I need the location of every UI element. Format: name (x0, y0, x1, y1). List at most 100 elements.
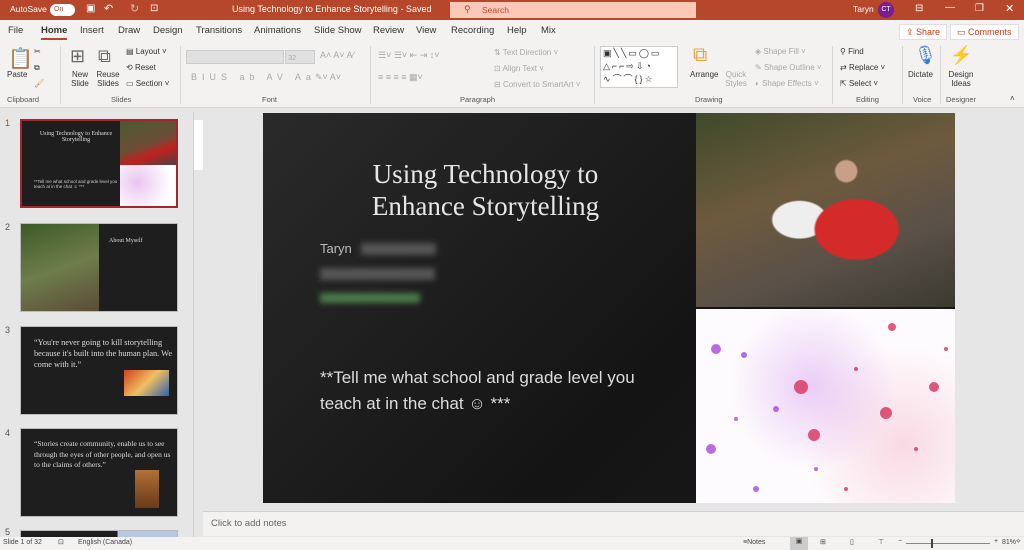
present-icon[interactable]: ⊡ (150, 3, 158, 14)
share-button[interactable]: ⇪ Share (899, 24, 948, 40)
reset-button[interactable]: ⟲ Reset (126, 63, 156, 72)
bullets-icon[interactable]: ☰˅ ☰˅ ⇤ ⇥ ↕˅ (378, 50, 440, 61)
shapes-gallery[interactable]: ▣╲╲▭◯▭ △⌐⌐⇨⇩◔ ∿⌒⌒{}☆ (600, 46, 678, 88)
paste-icon[interactable]: 📋 (8, 46, 33, 71)
thumb-number: 3 (5, 325, 11, 335)
search-input[interactable]: Search (482, 5, 509, 15)
restore-icon[interactable]: ❐ (975, 3, 984, 14)
document-title[interactable]: Using Technology to Enhance Storytelling… (232, 4, 431, 14)
accessibility-icon[interactable]: ⊡ (58, 538, 64, 546)
search-box[interactable]: ⚲ Search (450, 2, 696, 18)
undo-icon[interactable]: ↶ (104, 2, 113, 15)
tab-help[interactable]: Help (507, 25, 527, 36)
tab-animations[interactable]: Animations (254, 25, 301, 36)
title-bar: AutoSave On ▣ ↶ ↻ ⊡ Using Technology to … (0, 0, 1024, 20)
slide-thumbnail-3[interactable]: “You're never going to kill storytelling… (20, 326, 178, 415)
notes-pane[interactable]: Click to add notes (203, 511, 1024, 536)
tab-slide-show[interactable]: Slide Show (314, 25, 362, 36)
redacted-email (320, 293, 420, 303)
ribbon-display-icon[interactable]: ⊟ (915, 3, 923, 14)
font-size-box[interactable]: 32 (285, 50, 315, 64)
convert-smartart-button[interactable]: ⊟ Convert to SmartArt ˅ (494, 80, 581, 89)
zoom-slider-thumb[interactable] (931, 539, 933, 548)
tab-transitions[interactable]: Transitions (196, 25, 242, 36)
font-format-icons[interactable]: BIUS ab AV Aa (191, 72, 316, 82)
collapse-ribbon-icon[interactable]: ˄ (1010, 94, 1015, 103)
highlight-color-icon[interactable]: ✎˅ A˅ (315, 72, 341, 83)
shape-outline-button[interactable]: ✎ Shape Outline ˅ (755, 63, 822, 72)
thumbnail-scrollbar[interactable] (193, 112, 203, 537)
reuse-slides-button[interactable]: Reuse Slides (96, 70, 120, 88)
thumb-number: 1 (5, 118, 11, 128)
slide-photo[interactable] (696, 113, 955, 307)
replace-button[interactable]: ⇄ Replace ˅ (840, 63, 885, 72)
thumb-photo (120, 121, 176, 165)
tab-home[interactable]: Home (41, 25, 68, 40)
slide-canvas[interactable]: Using Technology to Enhance Storytelling… (263, 113, 955, 503)
avatar[interactable]: CT (878, 2, 894, 18)
redo-icon[interactable]: ↻ (130, 2, 139, 15)
tab-design[interactable]: Design (153, 25, 183, 36)
thumb-title: Using Technology to Enhance Storytelling (39, 131, 113, 143)
slide-thumbnail-4[interactable]: “Stories create community, enable us to … (20, 428, 178, 517)
dictate-button[interactable]: Dictate (908, 70, 933, 79)
scrollbar-thumb[interactable] (194, 120, 203, 170)
slideshow-icon[interactable]: ⊤ (878, 538, 884, 546)
tab-recording[interactable]: Recording (451, 25, 494, 36)
designer-group-label: Designer (946, 95, 977, 104)
comments-button[interactable]: ▭ Comments (950, 24, 1019, 40)
font-name-box[interactable] (186, 50, 284, 64)
alignment-icons[interactable]: ≡ ≡ ≡ ≡ ▦˅ (378, 72, 423, 83)
slide-thumbnail-2[interactable]: About Myself (20, 223, 178, 312)
reading-view-icon[interactable]: ▯ (850, 538, 854, 546)
zoom-in-button[interactable]: + (994, 538, 998, 545)
find-button[interactable]: ⚲ Find (840, 47, 864, 56)
shape-effects-button[interactable]: ◐ Shape Effects ˅ (755, 79, 819, 88)
font-grow-shrink-icons[interactable]: A˄ A˅ A⁄ (320, 50, 354, 60)
find-label: Find (848, 47, 864, 56)
tab-file[interactable]: File (8, 25, 23, 36)
slide-title[interactable]: Using Technology to Enhance Storytelling (343, 158, 628, 222)
format-painter-icon[interactable]: 🖌 (34, 79, 44, 88)
section-button[interactable]: ▭ Section ˅ (126, 79, 169, 88)
tab-review[interactable]: Review (373, 25, 404, 36)
cut-icon[interactable]: ✂ (34, 47, 41, 56)
copy-icon[interactable]: ⧉ (34, 63, 40, 73)
shape-fill-button[interactable]: ◈ Shape Fill ˅ (755, 47, 806, 56)
slide-prompt[interactable]: **Tell me what school and grade level yo… (320, 365, 650, 417)
minimize-icon[interactable]: — (945, 2, 955, 13)
fit-slide-icon[interactable]: ⟡ (1016, 538, 1021, 546)
convert-smartart-label: Convert to SmartArt (502, 80, 574, 89)
tab-mix[interactable]: Mix (541, 25, 556, 36)
tab-draw[interactable]: Draw (118, 25, 140, 36)
new-slide-button[interactable]: New Slide (67, 70, 93, 88)
user-name: Taryn (853, 4, 874, 14)
autosave-toggle[interactable]: On (50, 4, 75, 16)
language-indicator[interactable]: English (Canada) (78, 539, 132, 546)
normal-view-icon[interactable]: ▣ (790, 537, 808, 550)
notes-placeholder[interactable]: Click to add notes (211, 518, 287, 529)
text-direction-button[interactable]: ⇅ Text Direction ˅ (494, 48, 558, 57)
zoom-level[interactable]: 81% (1002, 539, 1016, 546)
zoom-out-button[interactable]: − (898, 538, 902, 545)
thumb-image (124, 370, 169, 396)
tab-insert[interactable]: Insert (80, 25, 104, 36)
slide-thumbnail-1[interactable]: Using Technology to Enhance Storytelling… (20, 119, 178, 208)
reuse-slides-icon: ⧉ (98, 46, 111, 66)
save-icon[interactable]: ▣ (86, 3, 95, 14)
select-button[interactable]: ⇱ Select ˅ (840, 79, 878, 88)
align-text-button[interactable]: ⊡ Align Text ˅ (494, 64, 544, 73)
design-ideas-button[interactable]: Design Ideas (946, 70, 976, 88)
presenter-name[interactable]: Taryn (320, 241, 352, 256)
paste-button[interactable]: Paste (7, 70, 27, 79)
tab-view[interactable]: View (416, 25, 436, 36)
layout-button[interactable]: ▤ Layout ˅ (126, 47, 167, 56)
slide-particles-image[interactable] (696, 309, 955, 503)
notes-toggle[interactable]: ≡Notes (743, 539, 765, 546)
zoom-slider[interactable] (906, 543, 990, 544)
arrange-button[interactable]: Arrange (690, 70, 718, 79)
voice-group-label: Voice (913, 95, 932, 104)
slide-sorter-icon[interactable]: ⊞ (820, 538, 826, 546)
quick-styles-button[interactable]: Quick Styles (724, 70, 748, 88)
close-icon[interactable]: ✕ (1005, 2, 1014, 15)
